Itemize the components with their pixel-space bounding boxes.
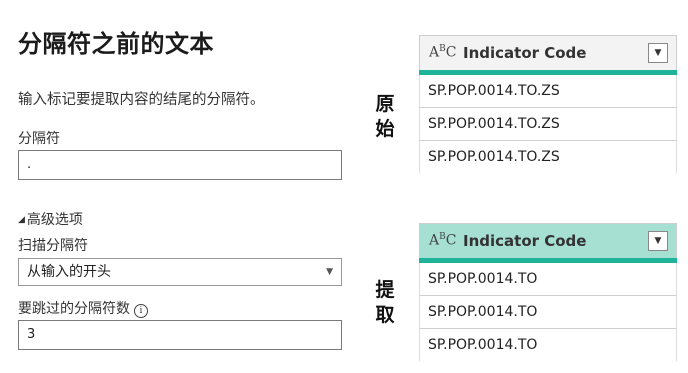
skip-delimiters-label-text: 要跳过的分隔符数 xyxy=(18,301,130,317)
column-filter-dropdown-icon[interactable]: ▼ xyxy=(648,43,668,63)
extracted-column-header[interactable]: ABC Indicator Code ▼ xyxy=(419,223,677,258)
original-char-2: 始 xyxy=(375,118,395,140)
chevron-down-icon: ▼ xyxy=(326,267,333,277)
table-row: SP.POP.0014.TO xyxy=(419,296,677,329)
extracted-table: ABC Indicator Code ▼ SP.POP.0014.TO SP.P… xyxy=(419,223,677,361)
original-column-header[interactable]: ABC Indicator Code ▼ xyxy=(419,35,677,70)
delimiter-label: 分隔符 xyxy=(18,131,60,147)
scan-delimiter-value: 从输入的开头 xyxy=(27,264,111,280)
extracted-char-2: 取 xyxy=(375,304,395,326)
text-type-icon[interactable]: ABC xyxy=(429,44,456,61)
text-type-icon[interactable]: ABC xyxy=(429,232,456,249)
advanced-options-toggle[interactable]: ◢ 高级选项 xyxy=(18,209,83,229)
column-name: Indicator Code xyxy=(463,44,587,62)
table-row: SP.POP.0014.TO.ZS xyxy=(419,108,677,141)
dialog-title: 分隔符之前的文本 xyxy=(18,30,214,58)
scan-delimiter-label: 扫描分隔符 xyxy=(18,238,88,254)
text-before-delimiter-dialog: 分隔符之前的文本 输入标记要提取内容的结尾的分隔符。 分隔符 . ◢ 高级选项 扫… xyxy=(18,26,342,350)
screenshot-stage: 分隔符之前的文本 输入标记要提取内容的结尾的分隔符。 分隔符 . ◢ 高级选项 扫… xyxy=(0,0,688,373)
table-row: SP.POP.0014.TO xyxy=(419,329,677,361)
skip-delimiters-input[interactable]: 3 xyxy=(18,320,342,350)
delimiter-input[interactable]: . xyxy=(18,150,342,180)
dialog-description: 输入标记要提取内容的结尾的分隔符。 xyxy=(18,92,265,108)
advanced-options-label: 高级选项 xyxy=(26,212,83,228)
table-row: SP.POP.0014.TO.ZS xyxy=(419,75,677,108)
skip-delimiters-label: 要跳过的分隔符数 i xyxy=(18,298,148,318)
column-name: Indicator Code xyxy=(463,232,587,250)
original-char-1: 原 xyxy=(375,93,395,115)
scan-delimiter-select[interactable]: 从输入的开头 ▼ xyxy=(18,258,342,286)
collapse-triangle-icon: ◢ xyxy=(18,215,25,225)
table-row: SP.POP.0014.TO xyxy=(419,263,677,296)
extracted-side-label: 提 取 xyxy=(373,278,397,328)
info-icon[interactable]: i xyxy=(134,304,148,318)
column-filter-dropdown-icon[interactable]: ▼ xyxy=(648,231,668,251)
extracted-char-1: 提 xyxy=(375,279,395,301)
table-row: SP.POP.0014.TO.ZS xyxy=(419,141,677,173)
original-table: ABC Indicator Code ▼ SP.POP.0014.TO.ZS S… xyxy=(419,35,677,173)
original-side-label: 原 始 xyxy=(373,92,397,142)
